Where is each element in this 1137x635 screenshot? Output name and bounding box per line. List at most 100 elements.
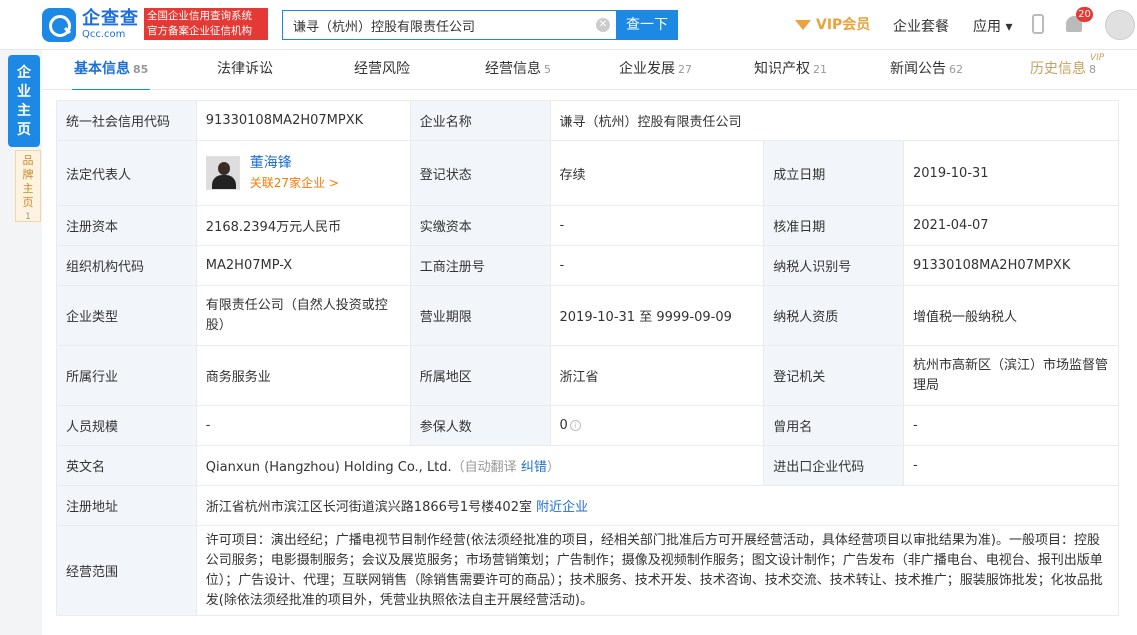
basic-info-panel: 统一社会信用代码 91330108MA2H07MPXK 企业名称 谦寻（杭州）控… xyxy=(42,90,1137,635)
import-export-label: 进出口企业代码 xyxy=(763,445,905,486)
table-row: 统一社会信用代码 91330108MA2H07MPXK 企业名称 谦寻（杭州）控… xyxy=(56,100,1120,141)
reg-capital-value: 2168.2394万元人民币 xyxy=(195,205,411,246)
legal-rep-cell: 董海锋 关联27家企业 > xyxy=(195,140,411,206)
mobile-icon[interactable] xyxy=(1032,14,1044,34)
apps-menu[interactable]: 应用 ▾ xyxy=(973,16,1012,36)
vip-diamond-icon xyxy=(795,17,811,31)
address-cell: 浙江省杭州市滨江区长河街道滨兴路1866号1号楼402室 附近企业 xyxy=(195,485,1120,526)
side-tab-brand-home-label: 品牌主页 xyxy=(22,154,34,209)
search-box: ✕ xyxy=(282,10,616,40)
insured-value: 0 xyxy=(559,418,568,433)
auto-translate-note: （自动翻译 xyxy=(451,460,517,475)
logo-cn-text: 企查查 xyxy=(82,8,139,29)
legal-rep-label: 法定代表人 xyxy=(56,140,197,206)
credit-code-label: 统一社会信用代码 xyxy=(56,100,197,141)
company-type-value: 有限责任公司（自然人投资或控股） xyxy=(195,285,411,346)
org-code-label: 组织机构代码 xyxy=(56,245,197,286)
tab-risk[interactable]: 经营风险 xyxy=(354,50,410,90)
company-type-label: 企业类型 xyxy=(56,285,197,346)
table-row: 企业类型 有限责任公司（自然人投资或控股） 营业期限 2019-10-31 至 … xyxy=(56,285,1119,346)
side-tab-company-home[interactable]: 企业主页 xyxy=(8,55,40,147)
table-row: 组织机构代码 MA2H07MP-X 工商注册号 - 纳税人识别号 9133010… xyxy=(56,245,1119,286)
search-button[interactable]: 查一下 xyxy=(616,10,678,40)
legal-rep-assoc-link[interactable]: 关联27家企业 > xyxy=(250,173,339,193)
user-avatar[interactable] xyxy=(1105,10,1135,40)
industry-value: 商务服务业 xyxy=(195,345,411,406)
top-header: 企查查 Qcc.com 全国企业信用查询系统 官方备案企业征信机构 ✕ 查一下 … xyxy=(0,0,1137,50)
approve-date-value: 2021-04-07 xyxy=(903,205,1119,246)
side-tab-brand-home[interactable]: 品牌主页 1 xyxy=(15,150,41,222)
tab-history[interactable]: 历史信息 8 xyxy=(1030,50,1096,90)
notification-badge: 20 xyxy=(1076,7,1093,22)
paid-capital-label: 实缴资本 xyxy=(409,205,551,246)
staff-size-label: 人员规模 xyxy=(56,405,197,446)
region-label: 所属地区 xyxy=(409,345,551,406)
approve-date-label: 核准日期 xyxy=(763,205,905,246)
clear-icon[interactable]: ✕ xyxy=(596,18,610,32)
slogan-line-2: 官方备案企业征信机构 xyxy=(147,25,252,37)
reg-authority-value: 杭州市高新区（滨江）市场监督管理局 xyxy=(903,345,1119,406)
english-name-label: 英文名 xyxy=(56,445,197,486)
info-icon[interactable]: i xyxy=(569,420,581,431)
table-row: 经营范围 许可项目：演出经纪；广播电视节目制作经营(依法须经批准的项目，经相关部… xyxy=(56,525,1120,616)
legal-rep-name-link[interactable]: 董海锋 xyxy=(250,153,339,173)
basic-info-table: 统一社会信用代码 91330108MA2H07MPXK 企业名称 谦寻（杭州）控… xyxy=(56,100,1120,616)
region-value: 浙江省 xyxy=(549,345,765,406)
scope-label: 经营范围 xyxy=(56,525,197,616)
nearby-companies-link[interactable]: 附近企业 xyxy=(536,500,588,515)
found-date-label: 成立日期 xyxy=(763,140,905,206)
legal-rep-photo[interactable] xyxy=(205,156,240,190)
tab-legal[interactable]: 法律诉讼 xyxy=(217,50,273,90)
tab-news[interactable]: 新闻公告 62 xyxy=(890,50,963,90)
insured-label: 参保人数 xyxy=(409,405,551,446)
credit-code-value: 91330108MA2H07MPXK xyxy=(195,100,411,141)
vip-member-link[interactable]: VIP会员 xyxy=(795,14,870,34)
tab-operations[interactable]: 经营信息 5 xyxy=(485,50,551,90)
correct-link[interactable]: 纠错 xyxy=(521,460,547,475)
qcc-logo[interactable]: 企查查 Qcc.com xyxy=(42,8,139,42)
insured-cell: 0i xyxy=(549,405,765,446)
paid-capital-value: - xyxy=(549,205,765,246)
taxpayer-qual-label: 纳税人资质 xyxy=(763,285,905,346)
taxpayer-id-value: 91330108MA2H07MPXK xyxy=(903,245,1119,286)
search-input[interactable] xyxy=(283,11,583,39)
reg-status-label: 登记状态 xyxy=(409,140,551,206)
section-tabs: 基本信息 85 法律诉讼 经营风险 经营信息 5 企业发展 27 知识产权 21 新闻公… xyxy=(42,50,1137,91)
industry-label: 所属行业 xyxy=(56,345,197,406)
reg-status-value: 存续 xyxy=(549,140,765,206)
slogan-badge: 全国企业信用查询系统 官方备案企业征信机构 xyxy=(144,8,268,40)
table-row: 所属行业 商务服务业 所属地区 浙江省 登记机关 杭州市高新区（滨江）市场监督管… xyxy=(56,345,1119,406)
org-code-value: MA2H07MP-X xyxy=(195,245,411,286)
import-export-value: - xyxy=(903,445,1119,486)
side-tab-company-home-label: 企业主页 xyxy=(17,65,31,138)
english-name-cell: Qianxun (Hangzhou) Holding Co., Ltd.（自动翻… xyxy=(195,445,765,486)
tab-development[interactable]: 企业发展 27 xyxy=(619,50,692,90)
address-value: 浙江省杭州市滨江区长河街道滨兴路1866号1号楼402室 xyxy=(205,500,532,515)
staff-size-value: - xyxy=(195,405,411,446)
vip-label: VIP会员 xyxy=(816,17,871,33)
enterprise-package-link[interactable]: 企业套餐 xyxy=(893,16,949,36)
taxpayer-qual-value: 增值税一般纳税人 xyxy=(903,285,1119,346)
biz-reg-no-value: - xyxy=(549,245,765,286)
scope-value: 许可项目：演出经纪；广播电视节目制作经营(依法须经批准的项目，经相关部门批准后方… xyxy=(195,525,1120,616)
found-date-value: 2019-10-31 xyxy=(903,140,1119,206)
former-name-value: - xyxy=(903,405,1119,446)
english-name-value: Qianxun (Hangzhou) Holding Co., Ltd. xyxy=(205,460,452,475)
company-name-label: 企业名称 xyxy=(409,100,551,141)
auto-translate-note-end: ） xyxy=(546,460,560,475)
table-row: 英文名 Qianxun (Hangzhou) Holding Co., Ltd.… xyxy=(56,445,1119,486)
tab-basic-info[interactable]: 基本信息 85 xyxy=(71,50,151,91)
table-row: 注册资本 2168.2394万元人民币 实缴资本 - 核准日期 2021-04-… xyxy=(56,205,1119,246)
tab-ip[interactable]: 知识产权 21 xyxy=(754,50,827,90)
address-label: 注册地址 xyxy=(56,485,197,526)
history-vip-tag: VIP xyxy=(1090,53,1105,63)
former-name-label: 曾用名 xyxy=(763,405,905,446)
slogan-line-1: 全国企业信用查询系统 xyxy=(147,10,252,22)
table-row: 法定代表人 董海锋 关联27家企业 > 登记状态 存续 成立日期 2019-10… xyxy=(56,140,1119,206)
taxpayer-id-label: 纳税人识别号 xyxy=(763,245,905,286)
logo-search-icon xyxy=(42,8,76,42)
table-row: 人员规模 - 参保人数 0i 曾用名 - xyxy=(56,405,1119,446)
reg-capital-label: 注册资本 xyxy=(56,205,197,246)
company-name-value: 谦寻（杭州）控股有限责任公司 xyxy=(549,100,1120,141)
reg-authority-label: 登记机关 xyxy=(763,345,905,406)
